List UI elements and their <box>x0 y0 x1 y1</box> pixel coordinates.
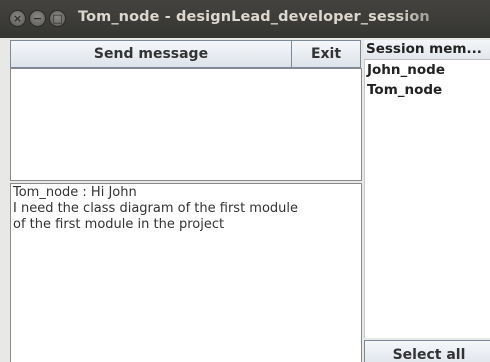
title-bar: × − □ Tom_node - designLead_developer_se… <box>0 0 490 38</box>
chat-line: Tom_node : Hi John <box>13 185 137 200</box>
minimize-icon[interactable]: − <box>29 10 46 27</box>
select-all-button[interactable]: Select all <box>364 340 490 362</box>
member-item-john-node[interactable]: John_node <box>365 60 490 80</box>
session-members-header[interactable]: Session mem... <box>364 40 490 60</box>
chat-line: of the first module in the project <box>13 217 225 232</box>
close-icon[interactable]: × <box>9 10 26 27</box>
message-compose-field[interactable] <box>10 68 362 181</box>
member-item-tom-node[interactable]: Tom_node <box>365 80 490 100</box>
chat-history[interactable]: Tom_node : Hi John I need the class diag… <box>10 183 362 362</box>
app-window: × − □ Tom_node - designLead_developer_se… <box>0 0 490 362</box>
exit-button[interactable]: Exit <box>291 40 361 68</box>
session-members-list[interactable]: John_node Tom_node <box>364 60 490 338</box>
maximize-icon[interactable]: □ <box>49 10 66 27</box>
send-message-button[interactable]: Send message <box>10 40 292 68</box>
window-title: Tom_node - designLead_developer_session <box>78 9 430 25</box>
chat-line: I need the class diagram of the first mo… <box>13 201 299 216</box>
